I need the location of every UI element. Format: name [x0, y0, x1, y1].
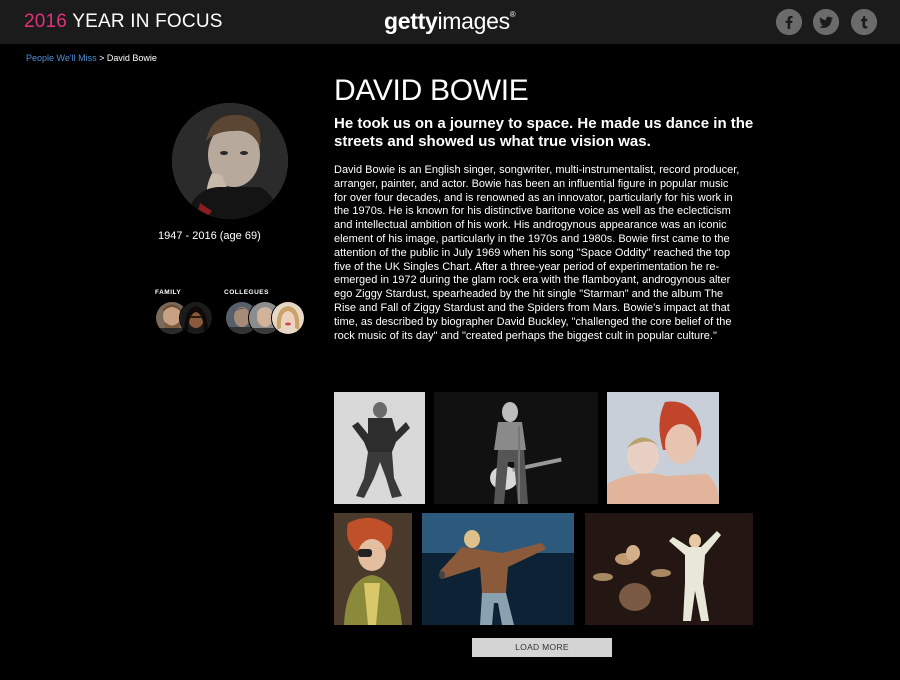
brand-year: 2016 — [24, 11, 68, 32]
breadcrumb: People We'll Miss > David Bowie — [26, 53, 157, 63]
tumblr-icon[interactable] — [851, 9, 877, 35]
twitter-icon[interactable] — [813, 9, 839, 35]
gallery-photo[interactable] — [434, 392, 598, 504]
getty-images-logo[interactable]: gettyimages® — [384, 8, 516, 35]
brand-title: YEAR IN FOCUS — [67, 11, 223, 32]
family-label: FAMILY — [155, 289, 182, 296]
profile-portrait — [172, 103, 288, 219]
colleagues-label: COLLEGUES — [224, 289, 269, 296]
gallery-photo[interactable] — [422, 513, 574, 625]
biography: David Bowie is an English singer, songwr… — [334, 164, 740, 342]
top-bar: 2016 YEAR IN FOCUS gettyimages® — [0, 0, 900, 44]
logo-mark: ® — [509, 10, 516, 19]
logo-light: images — [437, 8, 510, 34]
subtitle: He took us on a journey to space. He mad… — [334, 115, 754, 150]
lifespan: 1947 - 2016 (age 69) — [158, 230, 261, 242]
gallery-photo[interactable] — [585, 513, 753, 625]
page-title: DAVID BOWIE — [334, 74, 529, 107]
logo-bold: getty — [384, 8, 438, 34]
breadcrumb-separator: > — [96, 53, 107, 63]
gallery-photo[interactable] — [334, 392, 425, 504]
breadcrumb-current: David Bowie — [106, 53, 157, 63]
gallery-photo[interactable] — [334, 513, 412, 625]
facebook-icon[interactable] — [776, 9, 802, 35]
colleague-avatar[interactable] — [271, 301, 305, 335]
year-in-focus-title[interactable]: 2016 YEAR IN FOCUS — [24, 11, 223, 33]
load-more-button[interactable]: LOAD MORE — [472, 638, 612, 657]
gallery-photo[interactable] — [607, 392, 719, 504]
breadcrumb-people-link[interactable]: People We'll Miss — [26, 53, 97, 63]
family-avatar[interactable] — [179, 301, 213, 335]
